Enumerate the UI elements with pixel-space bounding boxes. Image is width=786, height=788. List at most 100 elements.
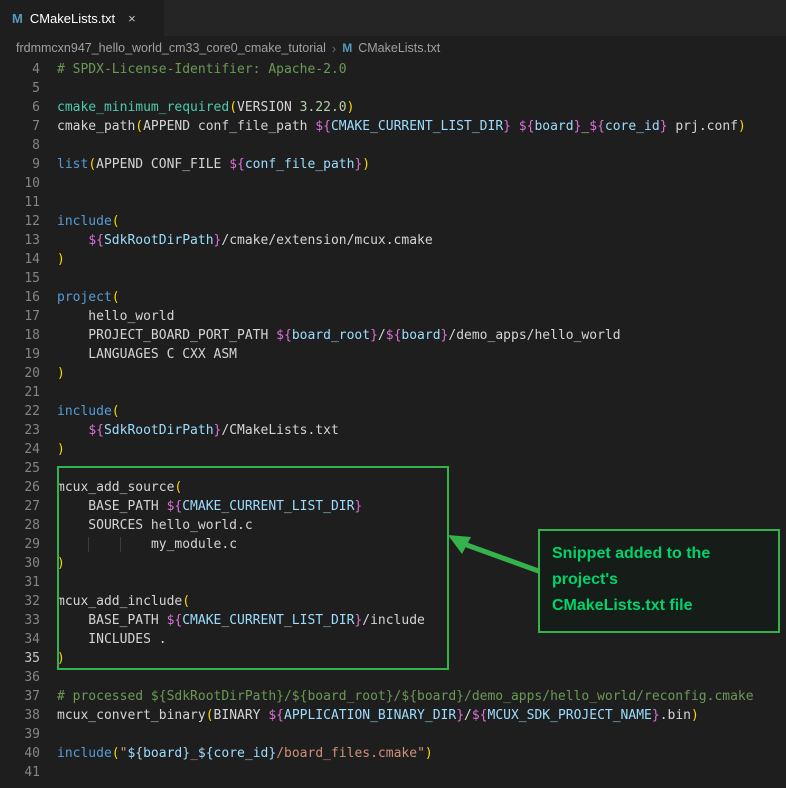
line-number: 21	[24, 385, 40, 400]
line-number: 20	[24, 366, 40, 381]
code-line[interactable]: 26 mcux_add_source(	[0, 478, 786, 497]
code-line[interactable]: 21	[0, 383, 786, 402]
code-line[interactable]: 20)	[0, 364, 786, 383]
code-line[interactable]: 23 ${SdkRootDirPath}/CMakeLists.txt	[0, 421, 786, 440]
line-number: 32	[24, 594, 40, 609]
code-line-text: LANGUAGES C CXX ASM	[57, 347, 238, 362]
line-number: 15	[24, 271, 40, 286]
code-line-text: PROJECT_BOARD_PORT_PATH ${board_root}/${…	[57, 328, 621, 343]
code-line-text: ${SdkRootDirPath}/CMakeLists.txt	[88, 423, 339, 438]
tab-bar: M CMakeLists.txt ×	[0, 0, 786, 36]
line-number: 26	[24, 480, 40, 495]
line-number: 19	[24, 347, 40, 362]
line-number: 6	[32, 100, 40, 115]
line-number: 7	[32, 119, 40, 134]
code-line-text: cmake_path(APPEND conf_file_path ${CMAKE…	[57, 119, 746, 134]
code-line[interactable]: 22 include(	[0, 402, 786, 421]
code-line-text: mcux_convert_binary(BINARY ${APPLICATION…	[57, 708, 699, 723]
code-line-text: )	[57, 442, 65, 457]
code-line-text: hello_world	[57, 309, 175, 324]
code-line-text: list(APPEND CONF_FILE ${conf_file_path})	[57, 157, 371, 172]
code-line[interactable]: 11	[0, 193, 786, 212]
code-line-text: )	[57, 651, 65, 666]
line-number: 27	[24, 499, 40, 514]
callout-line: Snippet added to the	[552, 545, 711, 562]
code-line-text: mcux_add_include(	[57, 594, 191, 609]
code-line-text: mcux_add_source(	[57, 480, 183, 495]
code-line[interactable]: 9 list(APPEND CONF_FILE ${conf_file_path}…	[0, 155, 786, 174]
close-icon[interactable]: ×	[128, 11, 136, 26]
code-line[interactable]: 5	[0, 79, 786, 98]
line-number: 5	[32, 81, 40, 96]
code-line[interactable]: 36	[0, 668, 786, 687]
code-line[interactable]: 14)	[0, 250, 786, 269]
code-line-text: include(	[57, 404, 120, 419]
line-number: 30	[24, 556, 40, 571]
line-number: 24	[24, 442, 40, 457]
tab-label: CMakeLists.txt	[29, 10, 116, 26]
chevron-right-icon: ›	[331, 40, 337, 56]
code-line-text: project(	[57, 290, 120, 305]
line-number: 35	[24, 651, 40, 666]
code-line[interactable]: 19 LANGUAGES C CXX ASM	[0, 345, 786, 364]
code-line-text: )	[57, 366, 65, 381]
code-line[interactable]: 16 project(	[0, 288, 786, 307]
callout-line: project's	[552, 571, 619, 588]
code-line-text: include(	[57, 214, 120, 229]
code-line[interactable]: 27 BASE_PATH ${CMAKE_CURRENT_LIST_DIR}	[0, 497, 786, 516]
code-line-text: my_module.c	[57, 535, 237, 554]
code-line[interactable]: 38 mcux_convert_binary(BINARY ${APPLICATI…	[0, 706, 786, 725]
code-line[interactable]: 10	[0, 174, 786, 193]
code-lines: 4 # SPDX-License-Identifier: Apache-2.0 5 6…	[0, 60, 786, 782]
code-line-text: )	[57, 556, 65, 571]
code-line[interactable]: 6 cmake_minimum_required(VERSION 3.22.0)	[0, 98, 786, 117]
code-line[interactable]: 25	[0, 459, 786, 478]
breadcrumb-file[interactable]: CMakeLists.txt	[358, 41, 440, 55]
code-line-text: cmake_minimum_required(VERSION 3.22.0)	[57, 100, 355, 115]
code-line-text: # SPDX-License-Identifier: Apache-2.0	[57, 62, 347, 77]
code-line[interactable]: 24)	[0, 440, 786, 459]
code-line[interactable]: 12 include(	[0, 212, 786, 231]
code-line[interactable]: 39	[0, 725, 786, 744]
code-line[interactable]: 18 PROJECT_BOARD_PORT_PATH ${board_root}…	[0, 326, 786, 345]
line-number: 11	[24, 195, 40, 210]
line-number: 12	[24, 214, 40, 229]
line-number: 14	[24, 252, 40, 267]
line-number: 39	[24, 727, 40, 742]
code-line[interactable]: 7 cmake_path(APPEND conf_file_path ${CMAK…	[0, 117, 786, 136]
line-number: 41	[24, 765, 40, 780]
line-number: 13	[24, 233, 40, 248]
vscode-window: M CMakeLists.txt × frdmmcxn947_hello_wor…	[0, 0, 786, 788]
line-number: 38	[24, 708, 40, 723]
code-line[interactable]: 41	[0, 763, 786, 782]
code-line[interactable]: 8	[0, 136, 786, 155]
code-line-text: include("${board}_${core_id}/board_files…	[57, 746, 433, 761]
code-line-text: INCLUDES .	[57, 632, 167, 647]
line-number: 16	[24, 290, 40, 305]
line-number: 4	[32, 62, 40, 77]
code-line-text: BASE_PATH ${CMAKE_CURRENT_LIST_DIR}/incl…	[57, 613, 425, 628]
line-number: 40	[24, 746, 40, 761]
line-number: 22	[24, 404, 40, 419]
line-number: 28	[24, 518, 40, 533]
code-line-text: )	[57, 252, 65, 267]
line-number: 17	[24, 309, 40, 324]
tab-cmakelists[interactable]: M CMakeLists.txt ×	[0, 0, 164, 36]
code-line[interactable]: 40 include("${board}_${core_id}/board_fil…	[0, 744, 786, 763]
breadcrumb-folder[interactable]: frdmmcxn947_hello_world_cm33_core0_cmake…	[16, 41, 326, 55]
callout-line: CMakeLists.txt file	[552, 597, 693, 614]
code-line-text: ${SdkRootDirPath}/cmake/extension/mcux.c…	[88, 233, 433, 248]
line-number: 36	[24, 670, 40, 685]
code-line-text: # processed ${SdkRootDirPath}/${board_ro…	[57, 689, 754, 704]
line-number: 18	[24, 328, 40, 343]
line-number: 31	[24, 575, 40, 590]
code-line[interactable]: 17 hello_world	[0, 307, 786, 326]
code-line[interactable]: 13 ${SdkRootDirPath}/cmake/extension/mcu…	[0, 231, 786, 250]
code-line[interactable]: 35)	[0, 649, 786, 668]
line-number: 33	[24, 613, 40, 628]
code-line[interactable]: 37 # processed ${SdkRootDirPath}/${board_…	[0, 687, 786, 706]
code-line[interactable]: 4 # SPDX-License-Identifier: Apache-2.0	[0, 60, 786, 79]
code-line[interactable]: 15	[0, 269, 786, 288]
annotation-callout: Snippet added to the project's CMakeList…	[538, 529, 780, 633]
code-editor[interactable]: 4 # SPDX-License-Identifier: Apache-2.0 5 6…	[0, 60, 786, 788]
